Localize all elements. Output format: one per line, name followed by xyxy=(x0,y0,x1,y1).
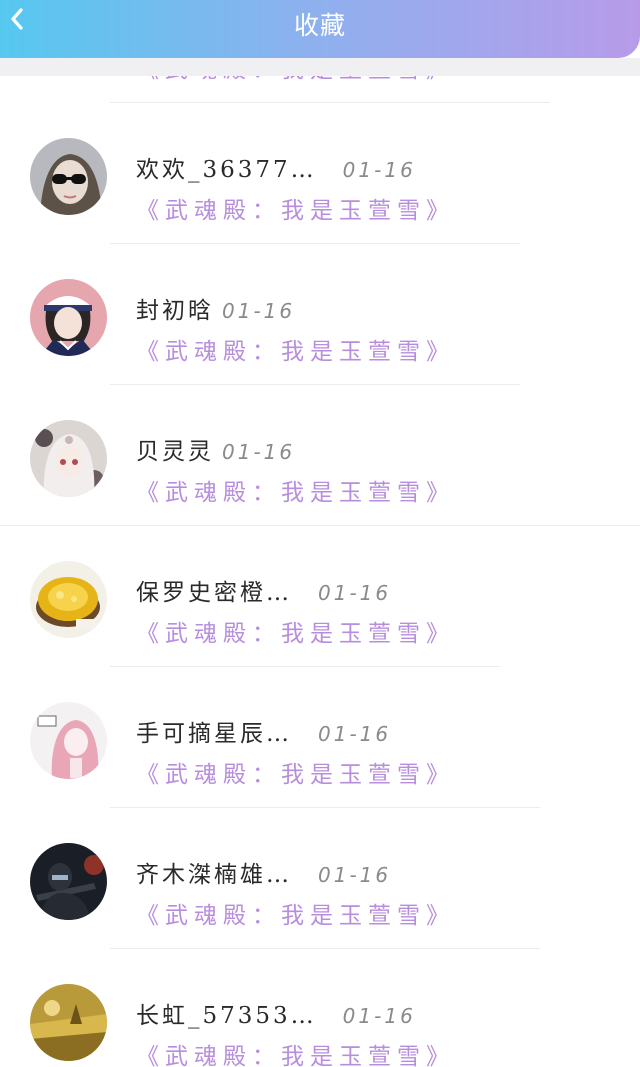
list-item[interactable]: 欢欢_36377… 01-16 《武魂殿：我是玉萱雪》 xyxy=(0,103,640,244)
date-label: 01-16 xyxy=(222,299,296,323)
header-shadow-strip xyxy=(0,58,640,76)
avatar-gold-field-icon[interactable] xyxy=(30,984,107,1061)
avatar-dark-shooter-icon[interactable] xyxy=(30,843,107,920)
user-name: 贝灵灵 xyxy=(136,439,214,465)
date-label: 01-16 xyxy=(342,1004,416,1028)
user-name: 齐木滐楠雄… xyxy=(136,862,292,888)
user-name: 手可摘星辰… xyxy=(136,721,292,747)
avatar-sunglasses-girl-icon[interactable] xyxy=(30,138,107,215)
book-title[interactable]: 《武魂殿：我是玉萱雪》 xyxy=(136,614,455,648)
avatar-pink-hair-girl-icon[interactable] xyxy=(30,702,107,779)
date-label: 01-16 xyxy=(342,158,416,182)
book-title[interactable]: 《武魂殿：我是玉萱雪》 xyxy=(136,473,455,507)
book-title[interactable]: 《武魂殿：我是玉萱雪》 xyxy=(136,191,455,225)
user-name: 封初晗 xyxy=(136,298,214,324)
date-label: 01-16 xyxy=(318,863,392,887)
list-item[interactable]: 手可摘星辰… 01-16 《武魂殿：我是玉萱雪》 xyxy=(0,667,640,808)
page-title: 收藏 xyxy=(293,11,346,40)
date-label: 01-16 xyxy=(318,581,392,605)
date-label: 01-16 xyxy=(222,440,296,464)
avatar-golden-dessert-icon[interactable] xyxy=(30,561,107,638)
top-bar: 收藏 xyxy=(0,0,640,58)
avatar-sailor-girl-icon[interactable] xyxy=(30,279,107,356)
list-item[interactable]: 长虹_57353… 01-16 《武魂殿：我是玉萱雪》 xyxy=(0,949,640,1067)
book-title[interactable]: 《武魂殿：我是玉萱雪》 xyxy=(136,332,455,366)
favorites-list: 《武魂殿：我是玉萱雪》 欢欢_36377… 01-16 《武魂殿：我是玉萱雪》 xyxy=(0,0,640,1067)
book-title[interactable]: 《武魂殿：我是玉萱雪》 xyxy=(136,896,455,930)
list-item[interactable]: 封初晗 01-16 《武魂殿：我是玉萱雪》 xyxy=(0,244,640,385)
user-name: 保罗史密橙… xyxy=(136,580,292,606)
list-item[interactable]: 贝灵灵 01-16 《武魂殿：我是玉萱雪》 xyxy=(0,385,640,526)
list-item[interactable]: 保罗史密橙… 01-16 《武魂殿：我是玉萱雪》 xyxy=(0,526,640,667)
list-item[interactable]: 齐木滐楠雄… 01-16 《武魂殿：我是玉萱雪》 xyxy=(0,808,640,949)
avatar-anime-girl-icon[interactable] xyxy=(30,420,107,497)
user-name: 欢欢_36377… xyxy=(136,157,317,183)
user-name: 长虹_57353… xyxy=(136,1003,317,1029)
book-title[interactable]: 《武魂殿：我是玉萱雪》 xyxy=(136,755,455,789)
book-title[interactable]: 《武魂殿：我是玉萱雪》 xyxy=(136,1037,455,1067)
date-label: 01-16 xyxy=(318,722,392,746)
